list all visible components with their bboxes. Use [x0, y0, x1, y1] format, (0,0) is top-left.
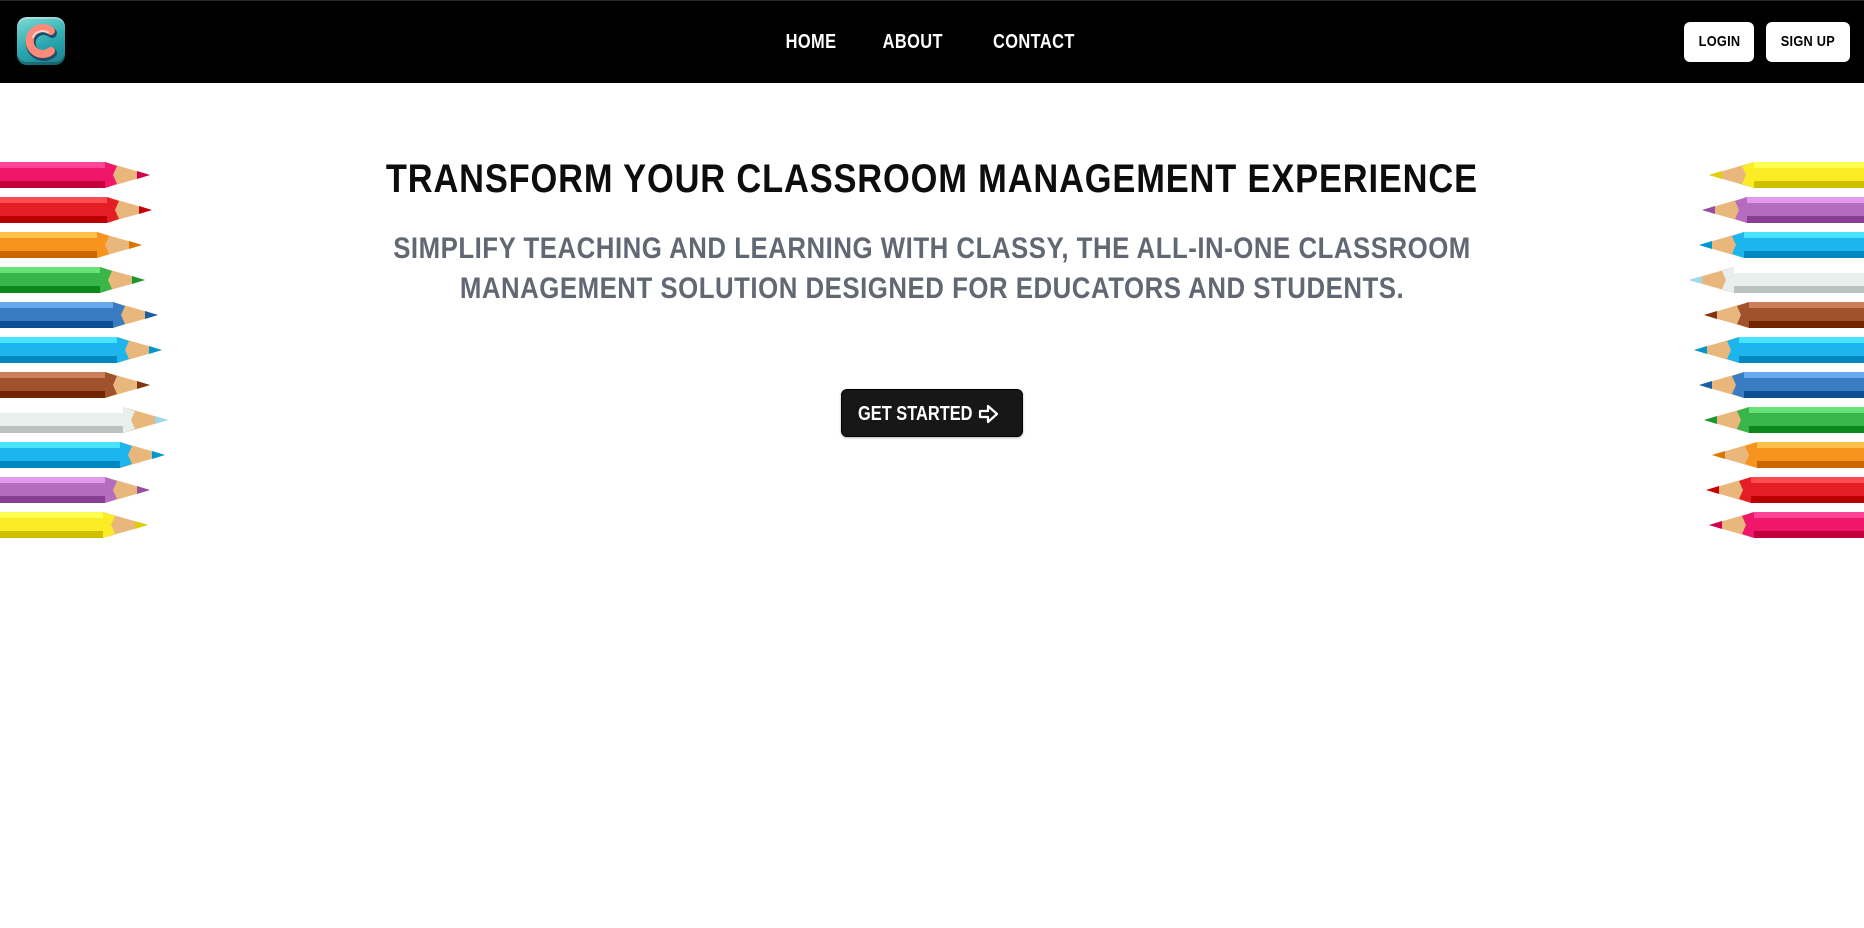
sign-up-button-label: SIGN UP [1780, 33, 1836, 50]
pencil [0, 302, 158, 328]
pencil [1709, 512, 1864, 538]
pencil [1712, 442, 1864, 468]
pencil [1694, 337, 1864, 363]
pencil [1704, 407, 1864, 433]
sign-up-button[interactable]: SIGN UP [1766, 22, 1850, 62]
pencil [1706, 477, 1864, 503]
pencil [0, 337, 162, 363]
pencil [1699, 232, 1864, 258]
hero-subtitle: SIMPLIFY TEACHING AND LEARNING WITH CLAS… [232, 229, 1632, 309]
pencil [1704, 302, 1864, 328]
hero-title-text: TRANSFORM YOUR CLASSROOM MANAGEMENT EXPE… [385, 157, 1479, 201]
pencil [1699, 372, 1864, 398]
hero-subtitle-text: SIMPLIFY TEACHING AND LEARNING WITH CLAS… [393, 232, 1471, 305]
get-started-button[interactable]: GET STARTED [841, 389, 1023, 437]
login-button-label: LOGIN [1698, 33, 1740, 50]
pencil [0, 372, 150, 398]
pencil [0, 477, 150, 503]
get-started-label: GET STARTED [858, 403, 973, 425]
pencil [0, 512, 148, 538]
left-colored-pencils-decoration [0, 162, 168, 538]
pencil [0, 267, 145, 293]
nav-home-link[interactable]: HOME [786, 25, 837, 59]
arrow-right-icon [978, 404, 999, 424]
pencil [0, 442, 165, 468]
nav-about-link[interactable]: ABOUT [883, 25, 943, 59]
pencil [1689, 267, 1864, 293]
right-colored-pencils-decoration [1689, 162, 1864, 538]
login-button[interactable]: LOGIN [1684, 22, 1754, 62]
pencil [0, 232, 142, 258]
main-nav: HOME ABOUT CONTACT [0, 25, 1864, 59]
top-navbar: HOME ABOUT CONTACT LOGIN SIGN UP [0, 0, 1864, 83]
nav-contact-link[interactable]: CONTACT [993, 25, 1075, 59]
hero-title: TRANSFORM YOUR CLASSROOM MANAGEMENT EXPE… [0, 157, 1864, 202]
pencil [0, 407, 168, 433]
